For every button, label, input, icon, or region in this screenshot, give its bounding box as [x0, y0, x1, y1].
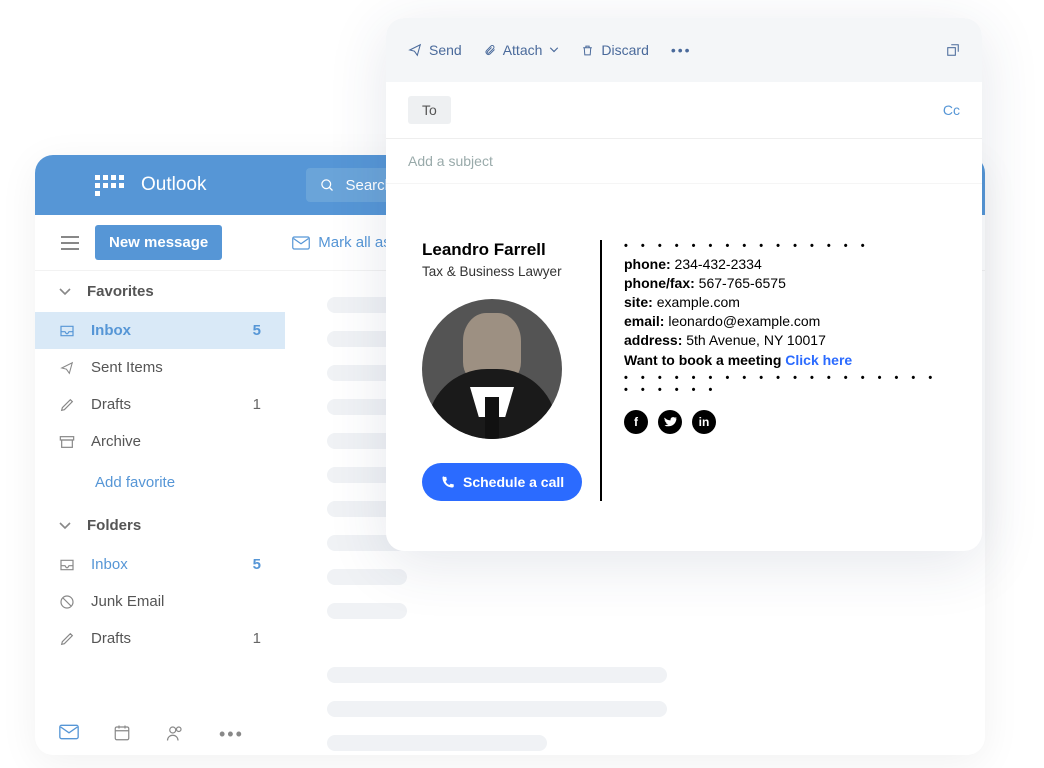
attach-icon — [484, 42, 496, 58]
send-label: Send — [429, 42, 462, 58]
draft-icon — [59, 631, 77, 647]
sidebar-item-label: Inbox — [91, 556, 239, 573]
skeleton-bar — [327, 735, 547, 751]
compose-window: Send Attach Discard ••• To Cc Add a subj… — [386, 18, 982, 551]
chevron-down-icon — [59, 522, 71, 530]
sidebar-item-count: 1 — [253, 630, 261, 647]
attach-label: Attach — [503, 42, 543, 58]
email-line: email: leonardo@example.com — [624, 313, 946, 329]
address-line: address: 5th Avenue, NY 10017 — [624, 332, 946, 348]
subject-input[interactable]: Add a subject — [386, 139, 982, 184]
skeleton-bar — [327, 667, 667, 683]
send-icon — [408, 43, 422, 57]
schedule-label: Schedule a call — [463, 474, 564, 490]
skeleton-bar — [327, 569, 407, 585]
signature-divider — [600, 240, 602, 501]
signature-title: Tax & Business Lawyer — [422, 264, 590, 279]
signature-right: • • • • • • • • • • • • • • • phone: 234… — [624, 240, 946, 501]
cc-button[interactable]: Cc — [943, 102, 960, 118]
mail-icon[interactable] — [59, 724, 79, 740]
social-icons: f in — [624, 410, 946, 434]
chevron-down-icon — [59, 288, 71, 296]
site-line: site: example.com — [624, 294, 946, 310]
send-button[interactable]: Send — [408, 42, 462, 58]
outlook-footer: ••• — [59, 724, 244, 745]
more-icon[interactable]: ••• — [671, 42, 692, 58]
sidebar-item-label: Archive — [91, 433, 261, 450]
envelope-icon — [292, 236, 310, 250]
popout-icon[interactable] — [946, 43, 960, 57]
draft-icon — [59, 397, 77, 413]
hamburger-icon[interactable] — [61, 236, 79, 250]
skeleton-bar — [327, 603, 407, 619]
email-signature: Leandro Farrell Tax & Business Lawyer Sc… — [386, 184, 982, 551]
meeting-link[interactable]: Click here — [785, 352, 852, 368]
compose-toolbar: Send Attach Discard ••• — [386, 18, 982, 82]
chevron-down-icon — [549, 47, 559, 53]
folder-item-junk[interactable]: Junk Email — [35, 583, 285, 620]
folder-item-drafts[interactable]: Drafts 1 — [35, 620, 285, 657]
sidebar-item-archive[interactable]: Archive — [35, 423, 285, 460]
junk-icon — [59, 594, 77, 610]
avatar — [422, 299, 562, 439]
inbox-icon — [59, 324, 77, 338]
sidebar-item-label: Drafts — [91, 396, 239, 413]
sidebar-item-label: Sent Items — [91, 359, 261, 376]
sidebar-item-label: Drafts — [91, 630, 239, 647]
trash-icon — [581, 43, 594, 58]
inbox-icon — [59, 558, 77, 572]
twitter-icon[interactable] — [658, 410, 682, 434]
sidebar-item-count: 5 — [253, 322, 261, 339]
linkedin-icon[interactable]: in — [692, 410, 716, 434]
sidebar-item-label: Inbox — [91, 322, 239, 339]
signature-left: Leandro Farrell Tax & Business Lawyer Sc… — [422, 240, 590, 501]
discard-button[interactable]: Discard — [581, 42, 648, 58]
to-button[interactable]: To — [408, 96, 451, 124]
discard-label: Discard — [601, 42, 648, 58]
calendar-icon[interactable] — [113, 724, 131, 742]
sent-icon — [59, 361, 77, 375]
attach-button[interactable]: Attach — [484, 42, 560, 58]
signature-name: Leandro Farrell — [422, 240, 590, 260]
phone-icon — [440, 475, 455, 490]
facebook-icon[interactable]: f — [624, 410, 648, 434]
sidebar-item-sent[interactable]: Sent Items — [35, 349, 285, 386]
sidebar-item-drafts[interactable]: Drafts 1 — [35, 386, 285, 423]
meeting-line: Want to book a meeting Click here — [624, 352, 946, 368]
add-favorite-button[interactable]: Add favorite — [35, 460, 285, 505]
sidebar-item-count: 1 — [253, 396, 261, 413]
app-launcher-icon[interactable] — [95, 175, 129, 196]
phone-line: phone: 234-432-2334 — [624, 256, 946, 272]
sidebar-item-inbox[interactable]: Inbox 5 — [35, 312, 285, 349]
app-title: Outlook — [141, 174, 206, 196]
search-icon — [320, 178, 335, 193]
sidebar-item-label: Junk Email — [91, 593, 261, 610]
folder-item-inbox[interactable]: Inbox 5 — [35, 546, 285, 583]
to-row: To Cc — [386, 82, 982, 139]
divider-dots: • • • • • • • • • • • • • • • — [624, 240, 946, 252]
sidebar: Favorites Inbox 5 Sent Items Drafts 1 Ar… — [35, 271, 285, 657]
people-icon[interactable] — [165, 724, 185, 742]
divider-dots: • • • • • • • • • • • • • • • • • • • • … — [624, 372, 946, 396]
new-message-button[interactable]: New message — [95, 225, 222, 260]
schedule-call-button[interactable]: Schedule a call — [422, 463, 582, 501]
more-icon[interactable]: ••• — [219, 724, 244, 745]
fax-line: phone/fax: 567-765-6575 — [624, 275, 946, 291]
skeleton-bar — [327, 701, 667, 717]
folders-header[interactable]: Folders — [35, 505, 285, 546]
favorites-header[interactable]: Favorites — [35, 271, 285, 312]
favorites-label: Favorites — [87, 283, 154, 300]
sidebar-item-count: 5 — [253, 556, 261, 573]
archive-icon — [59, 435, 77, 449]
folders-label: Folders — [87, 517, 141, 534]
